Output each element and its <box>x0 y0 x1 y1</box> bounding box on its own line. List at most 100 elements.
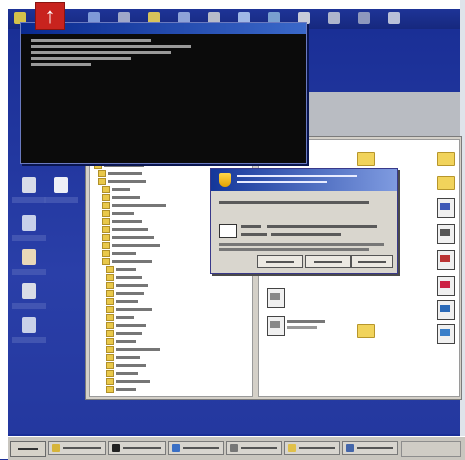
file-item[interactable] <box>437 324 455 344</box>
file-item[interactable] <box>437 198 455 218</box>
window-icon <box>346 444 354 452</box>
tree-item[interactable] <box>102 241 160 249</box>
folder-icon <box>102 217 110 225</box>
drive-icon <box>22 317 36 333</box>
folder-icon <box>106 305 114 313</box>
network-icon <box>22 215 36 231</box>
tree-item[interactable] <box>102 217 142 225</box>
tree-item[interactable] <box>98 177 146 185</box>
tree-item-label <box>112 211 134 215</box>
taskbar-button[interactable] <box>48 441 106 455</box>
tree-item[interactable] <box>102 185 130 193</box>
image-icon <box>440 255 450 262</box>
tree-item[interactable] <box>106 353 140 361</box>
tree-item[interactable] <box>102 233 154 241</box>
network-icon <box>440 305 450 312</box>
folder-icon <box>106 369 114 377</box>
tree-item[interactable] <box>106 313 134 321</box>
tree-item[interactable] <box>102 249 136 257</box>
start-button[interactable] <box>10 441 46 457</box>
tree-item[interactable] <box>98 169 142 177</box>
tree-item[interactable] <box>102 193 140 201</box>
tree-item-label <box>116 323 146 327</box>
folder-icon <box>106 361 114 369</box>
tree-item[interactable] <box>106 273 142 281</box>
tree-item[interactable] <box>102 257 152 265</box>
folder-icon <box>102 209 110 217</box>
tree-item[interactable] <box>102 209 134 217</box>
tree-item[interactable] <box>106 329 142 337</box>
taskbar-button[interactable] <box>168 441 224 455</box>
start-icon <box>18 448 38 450</box>
desktop-icon[interactable] <box>12 177 46 213</box>
shield-icon <box>219 173 231 187</box>
security-warning-dialog[interactable] <box>210 168 398 274</box>
folder-icon <box>102 241 110 249</box>
tree-item-label <box>108 179 146 183</box>
tree-item[interactable] <box>106 297 138 305</box>
dialog-publisher-label <box>241 233 267 236</box>
dialog-titlebar[interactable] <box>211 169 397 191</box>
tree-item[interactable] <box>102 225 148 233</box>
file-item[interactable] <box>267 316 285 336</box>
folder-item[interactable] <box>355 322 377 344</box>
file-item[interactable] <box>437 250 455 270</box>
document-icon <box>270 293 280 300</box>
tree-item[interactable] <box>106 265 136 273</box>
tree-item-label <box>116 283 148 287</box>
search-icon[interactable] <box>328 12 340 24</box>
folder-icon <box>102 225 110 233</box>
browser-icon <box>172 444 180 452</box>
tree-item-label <box>116 331 142 335</box>
tree-item[interactable] <box>106 289 144 297</box>
desktop-icon[interactable] <box>12 283 46 319</box>
user-icon <box>22 249 36 265</box>
file-item[interactable] <box>437 224 455 244</box>
console-window[interactable] <box>20 22 307 164</box>
desktop-icon-label <box>12 197 46 203</box>
taskbar-button[interactable] <box>342 441 398 455</box>
system-tray[interactable] <box>401 441 461 457</box>
details-button[interactable] <box>351 255 393 268</box>
console-icon <box>112 444 120 452</box>
tree-item[interactable] <box>106 361 146 369</box>
tree-item[interactable] <box>106 377 150 385</box>
disk-icon[interactable] <box>358 12 370 24</box>
desktop-icon[interactable] <box>44 177 78 213</box>
tree-item-label <box>112 251 136 255</box>
tree-item[interactable] <box>106 321 146 329</box>
file-item-label <box>287 320 325 323</box>
dialog-question-text <box>219 201 369 204</box>
desktop-icon[interactable] <box>12 215 46 251</box>
desktop-icon[interactable] <box>12 249 46 285</box>
taskbar-button[interactable] <box>108 441 166 455</box>
folder-icon <box>102 233 110 241</box>
folder-icon <box>106 297 114 305</box>
file-item[interactable] <box>437 276 455 296</box>
taskbar-button[interactable] <box>284 441 340 455</box>
folder-item[interactable] <box>435 174 457 196</box>
taskbar-button-label <box>241 447 277 449</box>
recycle-bin-icon <box>22 177 36 193</box>
file-item[interactable] <box>437 300 455 320</box>
dont-install-button[interactable] <box>305 255 351 268</box>
tree-item-label <box>112 259 152 263</box>
taskbar-button[interactable] <box>226 441 282 455</box>
desktop-icon[interactable] <box>12 317 46 353</box>
desktop-icon-label <box>12 303 46 309</box>
dialog-title-text <box>237 175 357 177</box>
folder-item[interactable] <box>435 150 457 172</box>
folder-icon <box>102 185 110 193</box>
file-item[interactable] <box>267 288 285 308</box>
tree-item[interactable] <box>106 337 136 345</box>
install-button[interactable] <box>257 255 303 268</box>
tree-item[interactable] <box>106 305 152 313</box>
tree-item[interactable] <box>102 201 166 209</box>
tree-item[interactable] <box>106 369 138 377</box>
help-icon[interactable] <box>388 12 400 24</box>
tree-item-label <box>112 235 154 239</box>
tree-item[interactable] <box>106 281 148 289</box>
desktop-icon-label <box>12 235 46 241</box>
tree-item[interactable] <box>106 345 160 353</box>
tree-item[interactable] <box>106 385 136 393</box>
